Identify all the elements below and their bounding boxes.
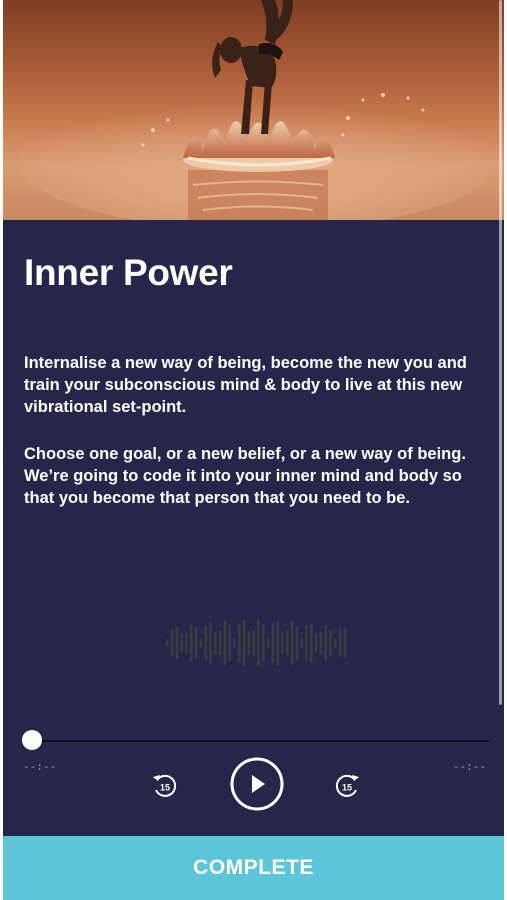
- play-icon: [230, 757, 284, 811]
- skip-back-15-button[interactable]: 15: [151, 772, 179, 805]
- waveform-bar: [338, 629, 342, 657]
- waveform-bar: [166, 639, 169, 647]
- scrollbar[interactable]: [499, 0, 502, 705]
- skip-back-label: 15: [160, 783, 170, 793]
- waveform-bar: [175, 626, 179, 660]
- waveform-bar: [233, 638, 236, 648]
- waveform-bar: [180, 633, 183, 653]
- hero-image: [3, 0, 504, 220]
- waveform-bar: [305, 625, 308, 661]
- waveform-bar: [310, 623, 313, 663]
- hero-image-art: [18, 0, 498, 220]
- waveform-bar: [319, 631, 323, 655]
- waveform-bar: [185, 632, 188, 654]
- waveform-bar: [214, 631, 217, 655]
- waveform-bar: [257, 619, 260, 667]
- waveform-bar: [286, 629, 289, 657]
- complete-button[interactable]: COMPLETE: [3, 836, 504, 900]
- waveform-bar: [228, 624, 231, 662]
- waveform-bar: [295, 625, 299, 661]
- session-description-1: Internalise a new way of being, become t…: [24, 354, 467, 416]
- waveform-bar: [334, 637, 337, 649]
- waveform-icon: [166, 619, 347, 667]
- waveform-bar: [300, 637, 303, 649]
- seek-bar[interactable]: [33, 740, 489, 742]
- waveform-bar: [199, 638, 203, 648]
- waveform-bar: [204, 625, 207, 661]
- waveform-bar: [276, 620, 279, 666]
- waveform-bar: [170, 629, 174, 657]
- waveform-bar: [190, 624, 193, 662]
- waveform-bar: [290, 621, 294, 665]
- waveform-bar: [324, 625, 327, 661]
- rewind-15-icon: 15: [153, 774, 177, 797]
- seek-thumb[interactable]: [22, 730, 42, 750]
- waveform-bar: [209, 622, 212, 664]
- waveform-bar: [218, 630, 222, 656]
- waveform-bar: [194, 627, 198, 659]
- skip-forward-15-button[interactable]: 15: [333, 772, 361, 805]
- session-description-2: Choose one goal, or a new belief, or a n…: [24, 445, 466, 507]
- waveform-bar: [238, 623, 241, 663]
- play-button[interactable]: [229, 756, 285, 817]
- waveform-bar: [281, 631, 284, 655]
- waveform-bar: [223, 620, 227, 666]
- waveform-bar: [266, 638, 270, 648]
- waveform-bar: [343, 628, 347, 658]
- waveform-bar: [329, 629, 332, 657]
- waveform-bar: [271, 623, 275, 663]
- waveform-bar: [252, 629, 255, 657]
- skip-forward-label: 15: [342, 783, 352, 793]
- waveform-bar: [262, 624, 265, 662]
- elapsed-time: --:--: [23, 760, 57, 773]
- remaining-time: --:--: [452, 760, 486, 773]
- waveform-bar: [242, 619, 246, 667]
- session-title: Inner Power: [24, 252, 233, 293]
- forward-15-icon: 15: [335, 774, 359, 797]
- waveform-bar: [247, 631, 251, 655]
- waveform-bar: [314, 633, 318, 653]
- session-screen: Inner Power Internalise a new way of bei…: [3, 0, 504, 900]
